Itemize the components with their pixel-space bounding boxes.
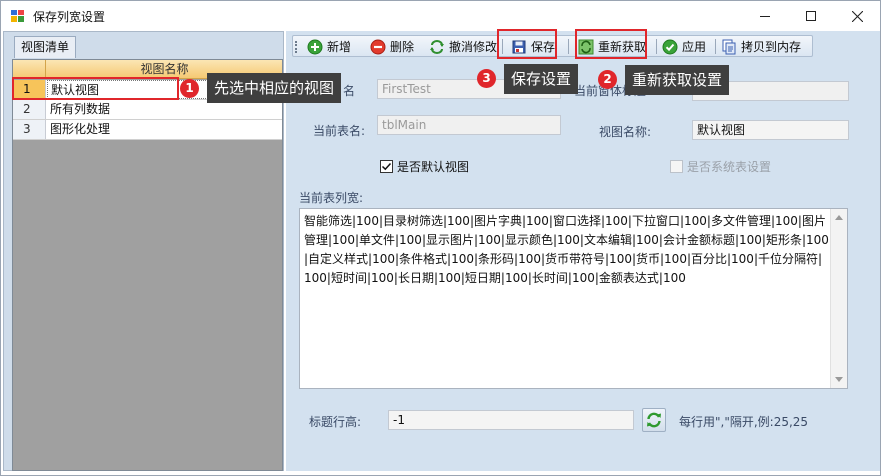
refetch-highlight-box — [575, 29, 647, 59]
apply-label: 应用 — [682, 40, 707, 54]
undo-icon — [430, 39, 444, 54]
checkbox-box — [670, 160, 683, 173]
save-highlight-box — [497, 29, 557, 59]
checkmark-icon — [381, 162, 392, 171]
scroll-down-icon[interactable] — [835, 377, 843, 382]
view-name-field[interactable]: 默认视图 — [692, 120, 849, 140]
copy-icon — [722, 39, 736, 54]
new-button[interactable]: 新增 — [307, 37, 351, 56]
system-table-checkbox[interactable]: 是否系统表设置 — [670, 158, 771, 175]
column-width-label: 当前表列宽: — [299, 191, 364, 205]
refresh-icon — [647, 412, 661, 428]
toolbar-separator — [568, 39, 569, 54]
table-row[interactable]: 3 图形化处理 — [13, 120, 282, 140]
step-2-badge: 2 — [598, 70, 617, 89]
step-3-callout: 保存设置 — [504, 64, 579, 94]
settings-panel: 新增 删除 撤消修改 保存 重新获取 应用 拷贝到内存 名 FirstTest … — [286, 29, 880, 471]
add-icon — [307, 39, 323, 54]
minimize-button[interactable] — [742, 1, 788, 31]
maximize-icon — [806, 11, 816, 21]
maximize-button[interactable] — [788, 1, 834, 31]
vertical-scrollbar[interactable] — [830, 209, 847, 388]
delete-label: 删除 — [390, 40, 415, 54]
minimize-icon — [760, 15, 770, 17]
column-width-textarea[interactable]: 智能筛选|100|目录树筛选|100|图片字典|100|窗口选择|100|下拉窗… — [299, 208, 848, 389]
step-1-callout: 先选中相应的视图 — [207, 73, 342, 103]
delete-button[interactable]: 删除 — [370, 37, 414, 56]
title-row-height-label: 标题行高: — [309, 415, 362, 429]
undo-button[interactable]: 撤消修改 — [429, 37, 497, 56]
title-bar: 保存列宽设置 — [1, 1, 880, 31]
tab-view-list[interactable]: 视图清单 — [14, 36, 77, 58]
step-1-badge: 1 — [180, 79, 199, 98]
title-row-height-refresh-button[interactable] — [642, 408, 666, 432]
app-icon — [11, 10, 24, 22]
default-view-checkbox[interactable]: 是否默认视图 — [380, 158, 469, 175]
selected-view-highlight-box — [12, 77, 179, 100]
checkbox-box — [380, 160, 393, 173]
toolbar-separator — [715, 39, 716, 54]
window-title: 保存列宽设置 — [33, 10, 106, 24]
view-name-cell[interactable]: 图形化处理 — [47, 120, 282, 139]
close-button[interactable] — [834, 1, 880, 31]
table-name-field: tblMain — [377, 115, 561, 135]
view-grid: 视图名称 1 默认视图 2 所有列数据 3 图形化处理 — [12, 59, 283, 471]
app-window: 保存列宽设置 视图清单 视图名称 1 默认视图 2 所有列数据 3 图形化处理 — [0, 0, 881, 476]
toolbar-separator — [656, 39, 657, 54]
view-name-label: 视图名称: — [599, 125, 652, 139]
default-view-label: 是否默认视图 — [397, 160, 470, 174]
copy-label: 拷贝到内存 — [741, 40, 802, 54]
table-row[interactable]: 2 所有列数据 — [13, 100, 282, 120]
copy-to-memory-button[interactable]: 拷贝到内存 — [721, 37, 801, 56]
title-row-hint: 每行用","隔开,例:25,25 — [679, 415, 809, 429]
title-row-height-field[interactable]: -1 — [388, 410, 634, 430]
new-label: 新增 — [327, 40, 352, 54]
check-icon — [662, 39, 678, 54]
toolbar-grip[interactable] — [295, 41, 297, 53]
close-icon — [851, 10, 863, 22]
apply-button[interactable]: 应用 — [662, 37, 706, 56]
delete-icon — [370, 39, 386, 54]
column-width-text: 智能筛选|100|目录树筛选|100|图片字典|100|窗口选择|100|下拉窗… — [304, 214, 829, 285]
row-number: 2 — [13, 100, 46, 119]
step-2-callout: 重新获取设置 — [625, 65, 730, 95]
system-table-label: 是否系统表设置 — [687, 160, 772, 174]
form-name-label: 名 — [343, 84, 356, 98]
scroll-up-icon[interactable] — [835, 215, 843, 220]
undo-label: 撤消修改 — [449, 40, 498, 54]
row-number: 3 — [13, 120, 46, 139]
step-3-badge: 3 — [477, 69, 496, 88]
table-name-label: 当前表名: — [313, 124, 366, 138]
